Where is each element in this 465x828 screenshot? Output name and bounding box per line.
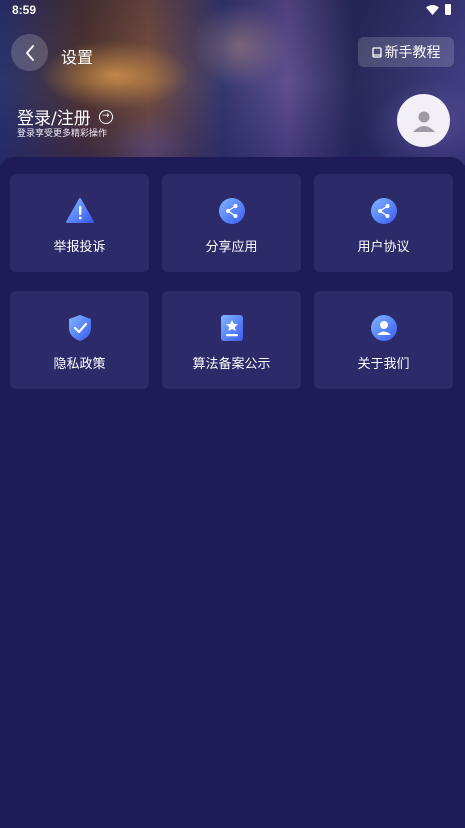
wifi-icon [426, 5, 439, 15]
menu-item-label: 用户协议 [357, 240, 410, 255]
menu-item-label: 隐私政策 [53, 357, 106, 372]
menu-item-label: 举报投诉 [53, 240, 106, 255]
status-bar: 8:59 [0, 0, 465, 22]
back-button[interactable] [11, 34, 48, 71]
menu-item-user-agreement[interactable]: 用户协议 [314, 174, 453, 272]
arrow-right-circle-icon: → [98, 109, 113, 124]
warning-icon [65, 196, 95, 226]
share-icon [369, 196, 399, 226]
book-icon [371, 46, 382, 58]
user-avatar-icon [412, 111, 435, 132]
status-time: 8:59 [12, 3, 37, 17]
header-background-image [0, 0, 465, 165]
menu-item-algorithm-filing[interactable]: 算法备案公示 [162, 291, 301, 389]
menu-item-label: 分享应用 [205, 240, 258, 255]
login-subtitle: 登录享受更多精彩操作 [17, 129, 108, 139]
page-title: 设置 [61, 48, 94, 67]
menu-item-share-app[interactable]: 分享应用 [162, 174, 301, 272]
menu-item-about-us[interactable]: 关于我们 [314, 291, 453, 389]
avatar[interactable] [397, 94, 450, 147]
shield-check-icon [65, 313, 95, 343]
tutorial-button[interactable]: 新手教程 [358, 37, 454, 67]
user-circle-icon [369, 313, 399, 343]
chevron-left-icon [25, 44, 34, 61]
share-icon [217, 196, 247, 226]
document-star-icon [217, 313, 247, 343]
tutorial-label: 新手教程 [384, 45, 441, 61]
menu-item-label: 关于我们 [357, 357, 410, 372]
menu-item-privacy-policy[interactable]: 隐私政策 [10, 291, 149, 389]
menu-item-label: 算法备案公示 [192, 357, 271, 372]
battery-icon [445, 4, 451, 15]
menu-item-report[interactable]: 举报投诉 [10, 174, 149, 272]
